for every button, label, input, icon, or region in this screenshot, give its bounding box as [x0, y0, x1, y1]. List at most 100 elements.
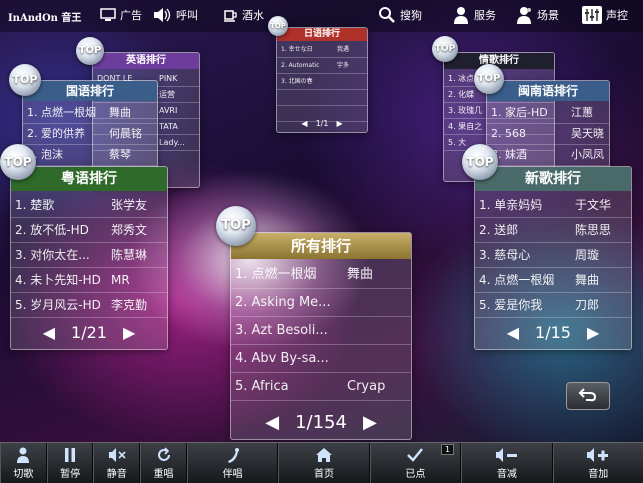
page-indicator: 1/15 — [535, 322, 571, 342]
list-item[interactable]: 3. 泡沫 蔡琴 — [23, 145, 157, 166]
volume-down-button[interactable]: 音减 — [461, 443, 553, 483]
accompany-icon — [225, 447, 241, 463]
list-item[interactable] — [277, 90, 367, 106]
mandarin-chart-title: 国语排行 — [23, 81, 157, 101]
bottom-control-bar: 切歌 暂停 静音 重唱 伴唱 首页 1 已点 音减 音加 — [0, 442, 643, 483]
new-song-chart-title: 新歌排行 — [475, 167, 631, 191]
next-page-arrow-icon[interactable]: ▶ — [336, 119, 342, 128]
list-item[interactable]: 3. 妹酒 小凤凤 — [487, 145, 609, 166]
ad-button[interactable]: 广告 — [100, 4, 142, 26]
pause-button[interactable]: 暂停 — [46, 443, 94, 483]
scene-icon — [515, 6, 533, 24]
japanese-chart-card[interactable]: 日语排行 1. 幸せな日 我遇 2. Automatic 宇多 3. 北国の春 ◀ … — [276, 27, 368, 133]
skip-person-icon — [16, 447, 30, 463]
new-song-chart-card[interactable]: 新歌排行 1. 单亲妈妈 于文华 2. 送郎 陈思思 3. 慈母心 周璇 4. 点燃一… — [474, 166, 632, 350]
pause-icon — [63, 447, 77, 463]
check-icon — [406, 447, 424, 463]
top-badge: TOP — [474, 64, 504, 94]
pager: ◀ 1/1 ▶ — [277, 117, 367, 129]
back-button[interactable] — [566, 382, 610, 410]
page-indicator: 1/1 — [315, 118, 329, 128]
volume-down-icon — [495, 447, 519, 463]
list-item[interactable]: 1. 单亲妈妈 于文华 — [475, 193, 631, 218]
drinks-label: 酒水 — [242, 9, 264, 22]
minnan-chart-card[interactable]: 闽南语排行 1. 家后-HD 江蕙 2. 568 吴天晓 3. 妹酒 小凤凤 — [486, 80, 610, 168]
replay-icon — [156, 446, 172, 463]
top-badge: TOP — [432, 36, 458, 62]
prev-page-arrow-icon[interactable]: ◀ — [43, 323, 55, 342]
call-label: 呼叫 — [176, 9, 198, 22]
list-item[interactable]: 4. Abv By-sa... — [231, 345, 411, 373]
skip-song-button[interactable]: 切歌 — [0, 443, 47, 483]
top-badge: TOP — [216, 206, 256, 246]
list-item[interactable]: 5. 爱是你我 刀郎 — [475, 293, 631, 318]
list-item[interactable]: 1. 幸せな日 我遇 — [277, 42, 367, 58]
all-chart-title: 所有排行 — [231, 233, 411, 259]
mute-button[interactable]: 静音 — [93, 443, 141, 483]
drinks-button[interactable]: 酒水 — [222, 4, 264, 26]
app-logo: InAndOn 音王 — [8, 13, 82, 24]
page-indicator: 1/154 — [295, 411, 347, 433]
next-page-arrow-icon[interactable]: ▶ — [363, 412, 377, 433]
japanese-chart-title: 日语排行 — [277, 28, 367, 41]
pager: ◀ 1/154 ▶ — [231, 409, 411, 435]
selected-songs-button[interactable]: 1 已点 — [369, 443, 462, 483]
list-item[interactable]: 1. 楚歌 张学友 — [11, 193, 167, 218]
list-item[interactable]: 2. 爱的供养 何晨铭 — [23, 124, 157, 145]
list-item[interactable]: 1. 家后-HD 江蕙 — [487, 103, 609, 124]
mandarin-chart-card[interactable]: 国语排行 1. 点燃一根烟 舞曲 2. 爱的供养 何晨铭 3. 泡沫 蔡琴 — [22, 80, 158, 168]
selected-count-badge: 1 — [441, 444, 455, 455]
list-item[interactable]: 5. 岁月风云-HD 李克勤 — [11, 293, 167, 318]
list-item[interactable]: 2. 送郎 陈思思 — [475, 218, 631, 243]
prev-page-arrow-icon[interactable]: ◀ — [301, 119, 307, 128]
voice-control-button[interactable]: 声控 — [582, 4, 628, 26]
scene-label: 场景 — [537, 9, 559, 22]
top-badge: TOP — [0, 144, 36, 180]
pager: ◀ 1/15 ▶ — [475, 321, 631, 343]
love-song-chart-title: 情歌排行 — [444, 53, 554, 69]
back-arrow-icon — [578, 386, 598, 406]
top-badge: TOP — [9, 64, 41, 96]
next-page-arrow-icon[interactable]: ▶ — [123, 323, 135, 342]
volume-up-icon — [586, 447, 610, 463]
list-item[interactable]: 3. Azt Besoli... — [231, 317, 411, 345]
call-button[interactable]: 呼叫 — [152, 4, 198, 26]
volume-up-button[interactable]: 音加 — [552, 443, 643, 483]
english-chart-title: 英语排行 — [93, 53, 199, 69]
replay-button[interactable]: 重唱 — [140, 443, 187, 483]
list-item[interactable]: 3. 慈母心 周璇 — [475, 243, 631, 268]
list-item[interactable]: 3. 对你太在... 陈慧琳 — [11, 243, 167, 268]
all-chart-card[interactable]: 所有排行 1. 点燃一根烟 舞曲 2. Asking Me... 3. Azt B… — [230, 232, 412, 440]
scene-button[interactable]: 场景 — [515, 4, 559, 26]
person-icon — [452, 6, 470, 24]
cup-icon — [222, 7, 238, 23]
page-indicator: 1/21 — [71, 322, 107, 342]
list-item[interactable]: 2. Automatic 宇多 — [277, 58, 367, 74]
list-item[interactable]: 5. Africa Cryap — [231, 373, 411, 401]
cantonese-chart-card[interactable]: 粤语排行 1. 楚歌 张学友 2. 放不低-HD 郑秀文 3. 对你太在... 陈慧琳… — [10, 166, 168, 350]
list-item[interactable]: 2. Asking Me... — [231, 289, 411, 317]
list-item[interactable]: 4. 点燃一根烟 舞曲 — [475, 268, 631, 293]
service-button[interactable]: 服务 — [452, 4, 496, 26]
list-item[interactable]: 4. 未卜先知-HD MR — [11, 268, 167, 293]
mute-icon — [108, 447, 126, 463]
list-item[interactable]: 1. 点燃一根烟 舞曲 — [23, 103, 157, 124]
search-icon — [378, 6, 396, 24]
prev-page-arrow-icon[interactable]: ◀ — [507, 323, 519, 342]
next-page-arrow-icon[interactable]: ▶ — [587, 323, 599, 342]
minnan-chart-title: 闽南语排行 — [487, 81, 609, 101]
list-item[interactable]: 3. 北国の春 — [277, 74, 367, 90]
voice-control-label: 声控 — [606, 9, 628, 22]
search-button[interactable]: 搜狗 — [378, 4, 422, 26]
list-item[interactable]: 2. 568 吴天晓 — [487, 124, 609, 145]
top-badge: TOP — [462, 144, 498, 180]
tv-icon — [100, 8, 116, 22]
mixer-icon — [582, 6, 602, 24]
search-label: 搜狗 — [400, 9, 422, 22]
home-icon — [315, 447, 333, 463]
accompany-button[interactable]: 伴唱 — [186, 443, 279, 483]
list-item[interactable]: 2. 放不低-HD 郑秀文 — [11, 218, 167, 243]
list-item[interactable]: 1. 点燃一根烟 舞曲 — [231, 261, 411, 289]
home-button[interactable]: 首页 — [278, 443, 370, 483]
prev-page-arrow-icon[interactable]: ◀ — [265, 412, 279, 433]
